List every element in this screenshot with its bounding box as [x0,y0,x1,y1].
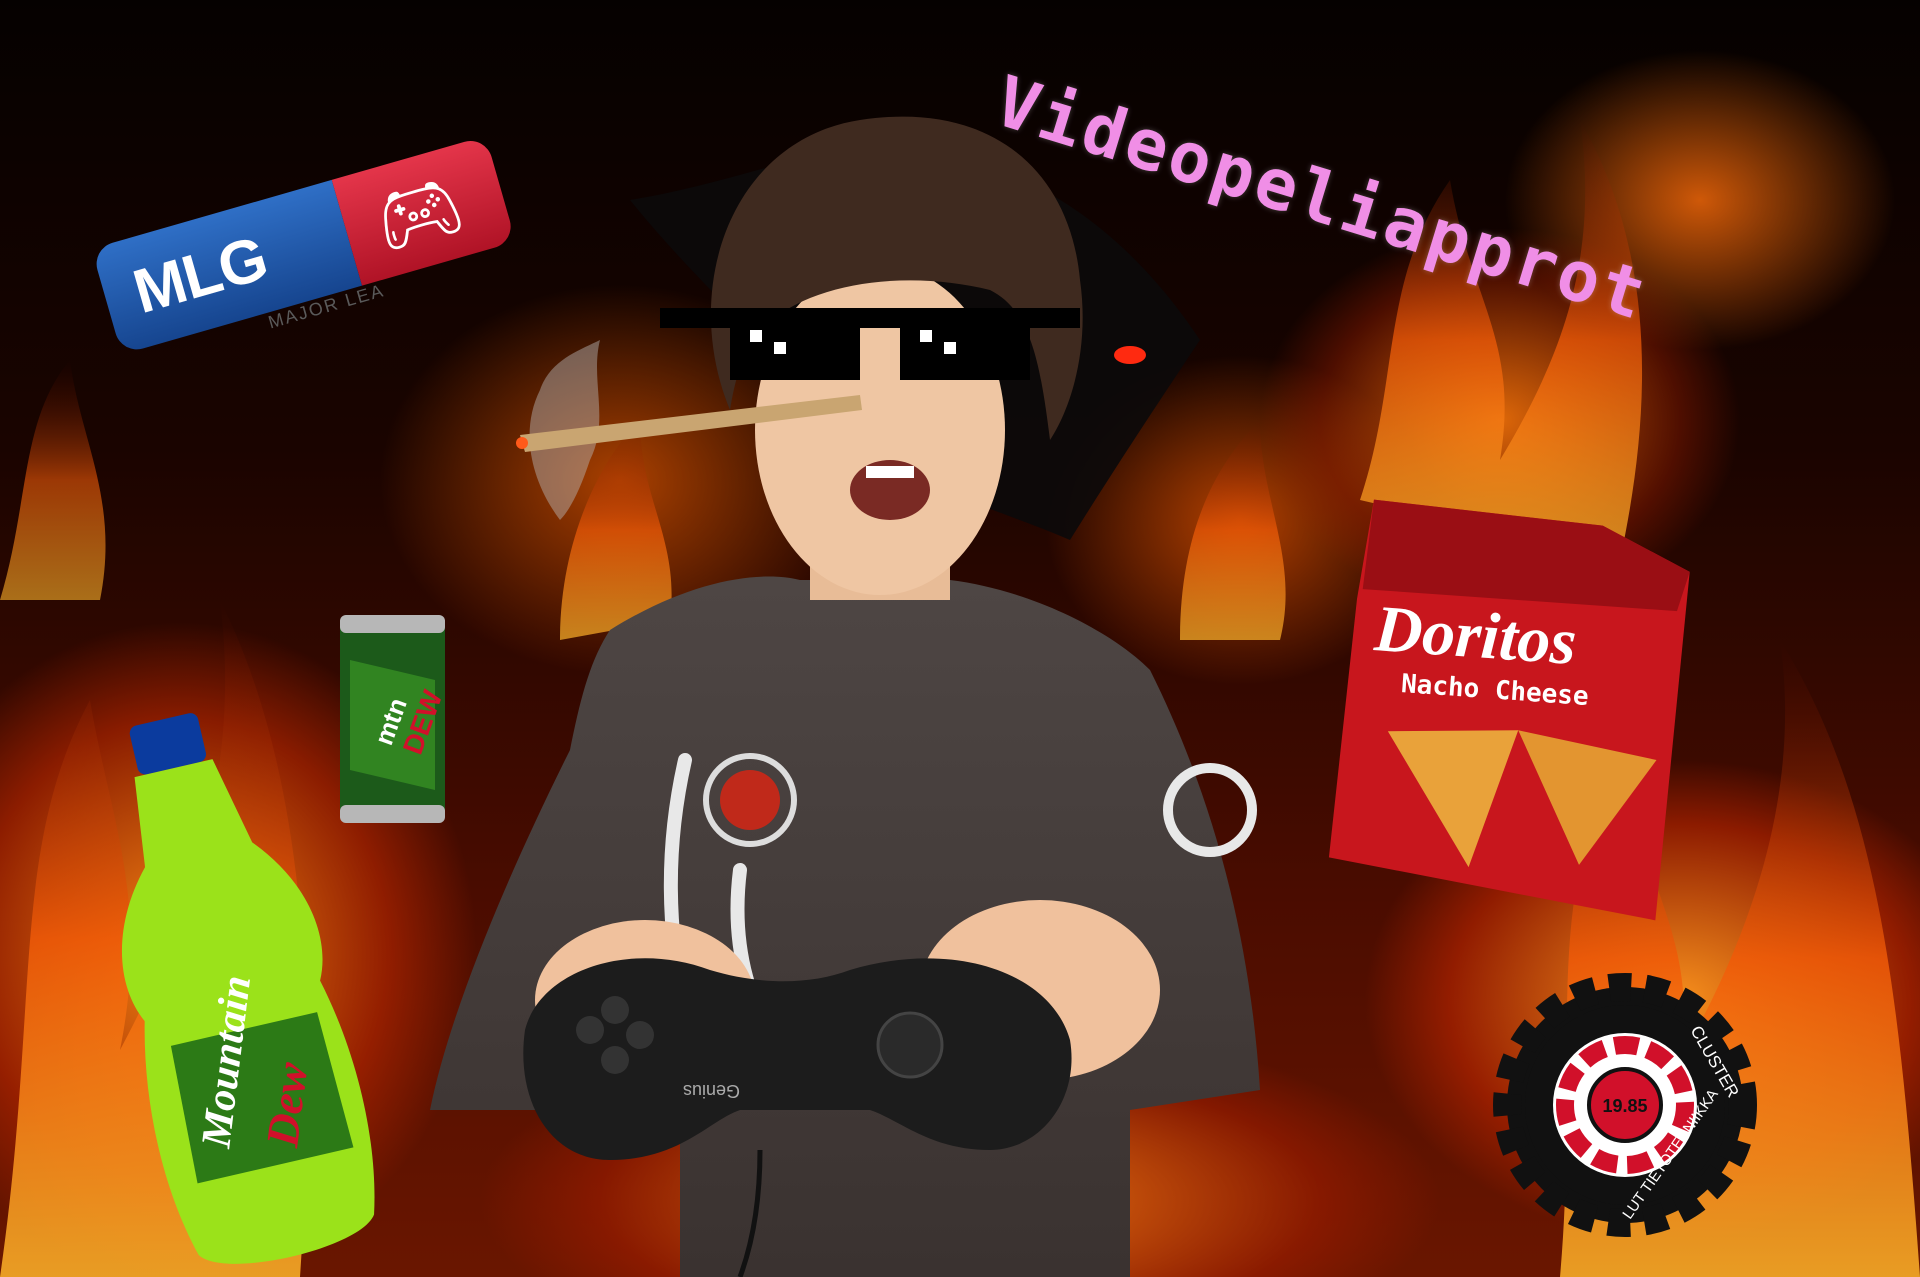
cluster-logo: 19.85 CLUSTER LUT TIETOTEKNIIKKA [1490,970,1760,1240]
mountain-dew-can: mtn DEW [335,610,450,828]
shirt [430,576,1260,1277]
bottle-brand-line2: Dew [256,1059,317,1150]
kid-gamer: Genius [430,116,1260,1277]
cluster-center-text: 19.85 [1602,1096,1647,1116]
doritos-bag: Doritos Nacho Cheese [1315,478,1714,933]
doritos-brand: Doritos [1371,592,1578,679]
meme-collage: Videopeliapprot MLG 🎮︎ MAJOR LEA Genius … [0,0,1920,1277]
flame [0,360,106,600]
controller-brand: Genius [683,1081,740,1101]
